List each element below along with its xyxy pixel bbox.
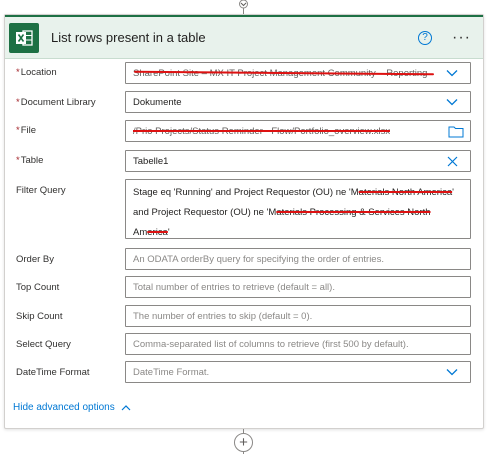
select-query-input[interactable]: Comma-separated list of columns to retri… [125, 333, 471, 355]
datetime-format-placeholder: DateTime Format. [133, 366, 210, 378]
filter-line-2: and Project Requestor (OU) ne 'Materials… [133, 207, 431, 218]
table-label: *Table [16, 155, 44, 166]
top-count-input[interactable]: Total number of entries to retrieve (def… [125, 276, 471, 298]
order-by-input[interactable]: An ODATA orderBy query for specifying th… [125, 248, 471, 270]
folder-icon[interactable] [448, 125, 464, 138]
skip-count-input[interactable]: The number of entries to skip (default =… [125, 305, 471, 327]
select-query-label: Select Query [16, 339, 71, 350]
chevron-down-icon[interactable] [446, 97, 458, 107]
file-value: /Prio Projects/Status Reminder - Flow/Po… [133, 125, 391, 137]
action-card: List rows present in a table ? ··· *Loca… [4, 14, 484, 429]
datetime-format-select[interactable]: DateTime Format. [125, 361, 471, 383]
top-count-placeholder: Total number of entries to retrieve (def… [133, 281, 335, 293]
skip-count-label: Skip Count [16, 311, 63, 322]
plus-icon[interactable]: + [234, 433, 253, 452]
order-by-placeholder: An ODATA orderBy query for specifying th… [133, 253, 384, 265]
datetime-format-label: DateTime Format [16, 367, 90, 378]
card-header[interactable]: List rows present in a table ? ··· [5, 15, 483, 59]
ellipsis-icon[interactable]: ··· [452, 29, 471, 46]
filter-line-1: Stage eq 'Running' and Project Requestor… [133, 187, 454, 198]
excel-icon [9, 22, 39, 53]
top-count-label: Top Count [16, 282, 60, 293]
hide-advanced-options-link[interactable]: Hide advanced options [13, 402, 131, 413]
document-library-value: Dokumente [133, 96, 182, 108]
hide-advanced-label: Hide advanced options [13, 402, 115, 413]
location-label: *Location [16, 67, 57, 78]
skip-count-placeholder: The number of entries to skip (default =… [133, 310, 313, 322]
close-icon[interactable] [447, 156, 458, 167]
filter-query-label: Filter Query [16, 185, 66, 196]
card-title: List rows present in a table [51, 30, 206, 45]
chevron-down-icon[interactable] [446, 68, 458, 78]
question-circle-icon[interactable]: ? [418, 30, 433, 45]
order-by-label: Order By [16, 254, 55, 265]
connector-arrow-icon [239, 0, 248, 9]
location-field[interactable]: SharePoint Site – MX IT Project Manageme… [125, 62, 471, 84]
document-library-field[interactable]: Dokumente [125, 91, 471, 113]
file-field[interactable]: /Prio Projects/Status Reminder - Flow/Po… [125, 120, 471, 142]
chevron-down-icon[interactable] [446, 367, 458, 377]
table-value: Tabelle1 [133, 155, 169, 167]
document-library-label: *Document Library [16, 97, 96, 108]
filter-line-3: America' [133, 227, 170, 238]
select-query-placeholder: Comma-separated list of columns to retri… [133, 338, 409, 350]
table-field[interactable]: Tabelle1 [125, 150, 471, 172]
file-label: *File [16, 125, 37, 136]
chevron-up-icon [121, 405, 131, 411]
filter-query-input[interactable]: Stage eq 'Running' and Project Requestor… [125, 179, 471, 239]
